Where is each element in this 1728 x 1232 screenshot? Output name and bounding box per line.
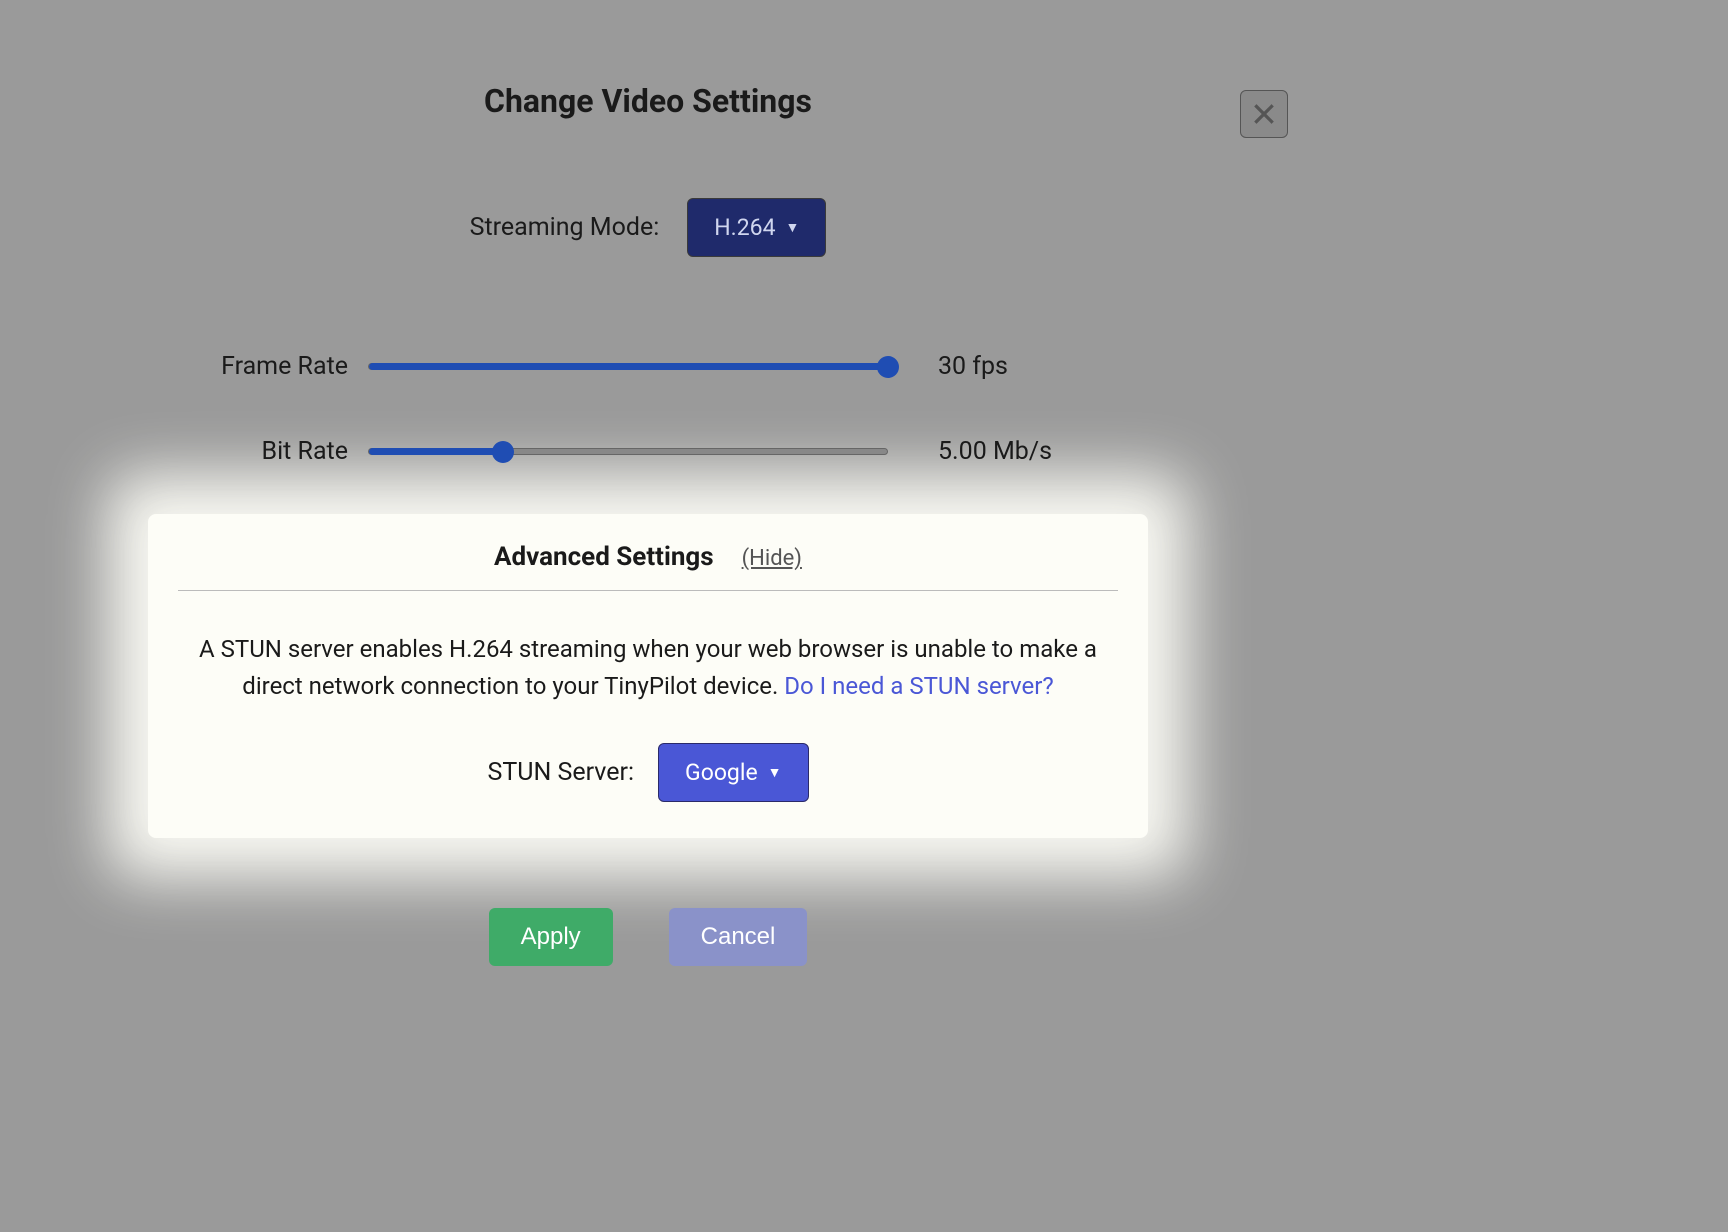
bit-rate-label: Bit Rate	[168, 437, 348, 466]
slider-thumb[interactable]	[877, 356, 899, 378]
stun-server-label: STUN Server:	[487, 758, 634, 787]
frame-rate-row: Frame Rate 30 fps	[168, 352, 1128, 381]
close-button[interactable]	[1240, 90, 1288, 138]
stun-server-row: STUN Server: Google ▼	[178, 743, 1118, 802]
hide-advanced-link[interactable]: (Hide)	[742, 546, 802, 571]
close-icon	[1251, 101, 1277, 127]
slider-fill	[369, 363, 887, 370]
slider-track	[368, 363, 888, 370]
button-row: Apply Cancel	[0, 908, 1296, 966]
chevron-down-icon: ▼	[768, 764, 782, 781]
stun-server-value: Google	[685, 759, 758, 786]
streaming-mode-label: Streaming Mode:	[470, 213, 660, 242]
streaming-mode-row: Streaming Mode: H.264 ▼	[0, 198, 1296, 257]
bit-rate-value: 5.00 Mb/s	[908, 437, 1128, 466]
streaming-mode-select[interactable]: H.264 ▼	[687, 198, 826, 257]
sliders-section: Frame Rate 30 fps Bit Rate 5.00 Mb/s	[0, 352, 1296, 466]
slider-fill	[369, 448, 504, 455]
slider-thumb[interactable]	[492, 441, 514, 463]
stun-server-select[interactable]: Google ▼	[658, 743, 808, 802]
bit-rate-slider[interactable]	[368, 442, 888, 462]
chevron-down-icon: ▼	[786, 219, 800, 236]
advanced-settings-title: Advanced Settings	[494, 542, 714, 572]
advanced-description: A STUN server enables H.264 streaming wh…	[178, 631, 1118, 705]
cancel-button[interactable]: Cancel	[669, 908, 808, 966]
frame-rate-value: 30 fps	[908, 352, 1128, 381]
dialog-title: Change Video Settings	[0, 82, 1296, 120]
bit-rate-row: Bit Rate 5.00 Mb/s	[168, 437, 1128, 466]
apply-button[interactable]: Apply	[489, 908, 613, 966]
advanced-settings-panel: Advanced Settings (Hide) A STUN server e…	[148, 514, 1148, 838]
streaming-mode-value: H.264	[714, 214, 775, 241]
slider-track	[368, 448, 888, 455]
frame-rate-slider[interactable]	[368, 357, 888, 377]
stun-help-link[interactable]: Do I need a STUN server?	[784, 672, 1053, 700]
advanced-header: Advanced Settings (Hide)	[178, 542, 1118, 591]
frame-rate-label: Frame Rate	[168, 352, 348, 381]
